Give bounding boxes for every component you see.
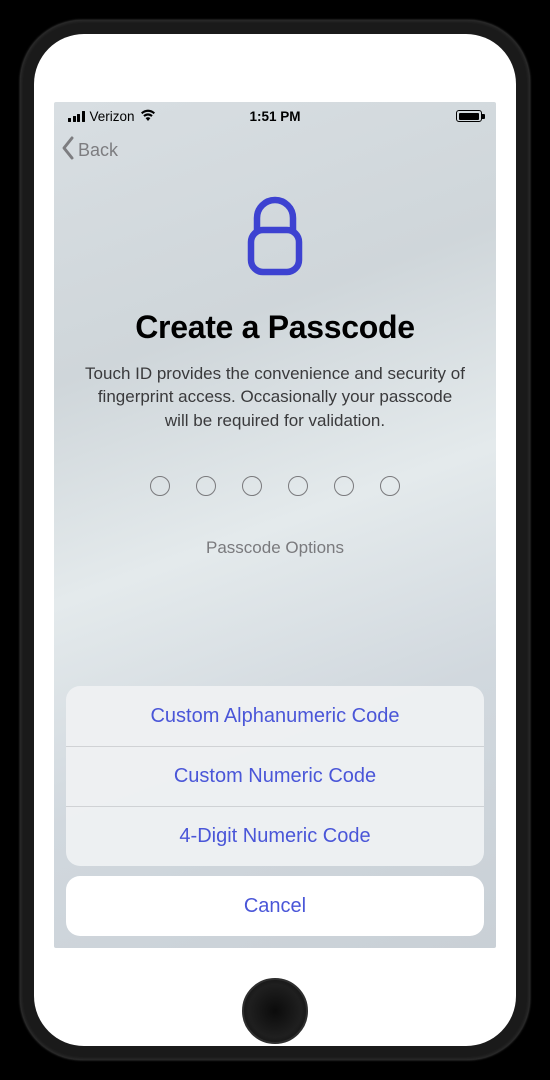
- back-label: Back: [78, 140, 118, 161]
- home-button[interactable]: [242, 978, 308, 1044]
- phone-bezel: Verizon 1:51 PM Back: [34, 34, 516, 1046]
- phone-frame: Verizon 1:51 PM Back: [20, 20, 530, 1060]
- option-custom-numeric[interactable]: Custom Numeric Code: [66, 746, 484, 806]
- action-sheet: Custom Alphanumeric Code Custom Numeric …: [66, 686, 484, 936]
- passcode-dot: [334, 476, 354, 496]
- passcode-dot: [288, 476, 308, 496]
- page-subtitle: Touch ID provides the convenience and se…: [78, 362, 472, 432]
- option-custom-alphanumeric[interactable]: Custom Alphanumeric Code: [66, 686, 484, 746]
- lock-icon: [244, 196, 306, 283]
- carrier-label: Verizon: [90, 109, 135, 124]
- passcode-dot: [380, 476, 400, 496]
- battery-icon: [456, 110, 482, 122]
- nav-bar: Back: [54, 130, 496, 170]
- cancel-button[interactable]: Cancel: [66, 876, 484, 936]
- passcode-input[interactable]: [150, 476, 400, 496]
- passcode-dot: [196, 476, 216, 496]
- signal-icon: [68, 111, 85, 122]
- passcode-dot: [242, 476, 262, 496]
- back-button[interactable]: Back: [60, 135, 118, 166]
- status-bar: Verizon 1:51 PM: [54, 102, 496, 130]
- chevron-left-icon: [60, 135, 78, 166]
- status-right: [456, 110, 482, 122]
- status-time: 1:51 PM: [249, 109, 300, 124]
- passcode-dot: [150, 476, 170, 496]
- action-sheet-options: Custom Alphanumeric Code Custom Numeric …: [66, 686, 484, 866]
- wifi-icon: [140, 109, 156, 124]
- screen: Verizon 1:51 PM Back: [54, 102, 496, 948]
- status-left: Verizon: [68, 109, 156, 124]
- passcode-options-link[interactable]: Passcode Options: [206, 538, 344, 558]
- option-4-digit-numeric[interactable]: 4-Digit Numeric Code: [66, 806, 484, 866]
- page-title: Create a Passcode: [135, 309, 415, 346]
